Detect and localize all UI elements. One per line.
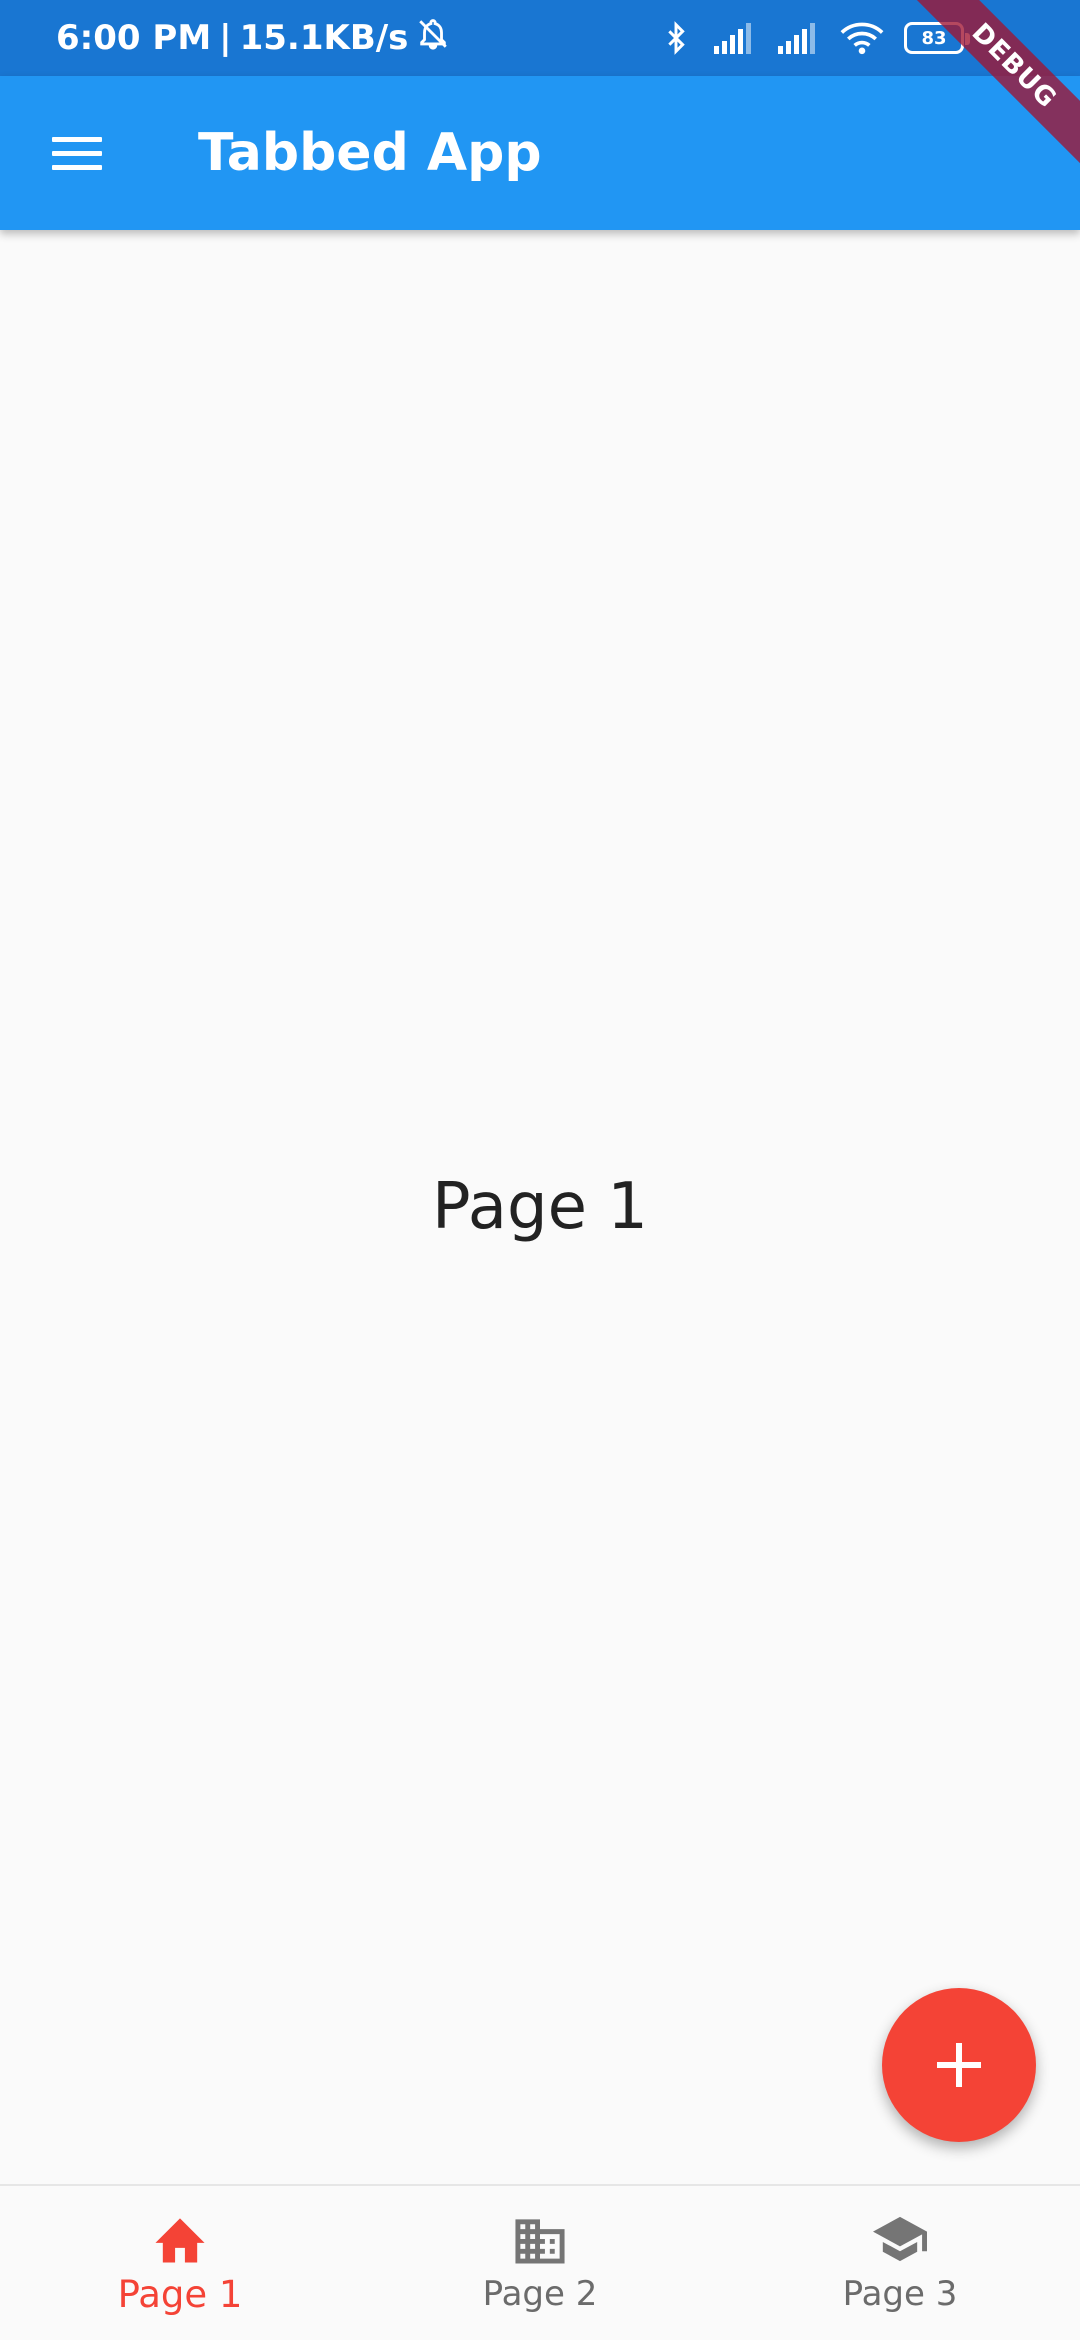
status-time: 6:00 PM xyxy=(56,18,212,58)
home-icon xyxy=(150,2211,210,2265)
nav-item-label: Page 3 xyxy=(842,2274,958,2314)
status-separator: | xyxy=(219,18,232,58)
building-icon xyxy=(510,2212,570,2266)
status-bar: 6:00 PM | 15.1KB/s 83 xyxy=(0,0,1080,76)
menu-icon xyxy=(52,136,102,170)
nav-item-page-1[interactable]: Page 1 xyxy=(0,2186,360,2340)
signal-icon xyxy=(712,22,756,54)
signal-icon xyxy=(776,22,820,54)
app-title: Tabbed App xyxy=(198,123,542,183)
app-bar: Tabbed App xyxy=(0,76,1080,230)
bottom-navigation: Page 1 Page 2 Page 3 xyxy=(0,2184,1080,2340)
battery-level: 83 xyxy=(921,27,947,49)
bell-off-icon xyxy=(416,16,450,61)
wifi-icon xyxy=(840,21,884,55)
battery-icon: 83 xyxy=(904,22,970,54)
status-network-speed: 15.1KB/s xyxy=(239,18,409,58)
menu-button[interactable] xyxy=(38,114,116,192)
bluetooth-icon xyxy=(660,20,692,56)
nav-item-label: Page 2 xyxy=(482,2274,598,2314)
nav-item-label: Page 1 xyxy=(117,2272,243,2316)
status-left: 6:00 PM | 15.1KB/s xyxy=(56,16,450,61)
nav-item-page-3[interactable]: Page 3 xyxy=(720,2186,1080,2340)
page-content: Page 1 xyxy=(0,230,1080,2184)
add-fab-button[interactable] xyxy=(882,1988,1036,2142)
school-icon xyxy=(870,2212,930,2266)
status-right: 83 xyxy=(660,20,970,56)
page-label: Page 1 xyxy=(432,1170,648,1244)
nav-item-page-2[interactable]: Page 2 xyxy=(360,2186,720,2340)
plus-icon xyxy=(937,2043,981,2087)
